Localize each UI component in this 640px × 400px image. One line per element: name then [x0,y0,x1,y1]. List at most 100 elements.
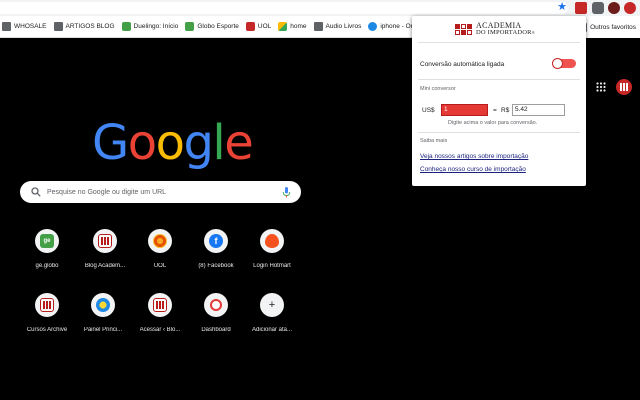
registered-mark: ® [531,30,535,35]
shortcut-icon-circle [260,229,284,253]
globo-ge-icon [185,22,195,31]
bookmark-item[interactable]: Globo Esporte [185,22,239,31]
bookmark-item[interactable]: home [278,22,307,31]
usd-input[interactable]: 1 [441,104,488,116]
profile-avatar-icon[interactable] [624,2,636,14]
account-avatar[interactable] [616,79,632,95]
google-logo: Google [92,113,254,173]
shortcut-tile[interactable]: Acessar ‹ Blo... [131,285,189,345]
shortcut-tile[interactable]: f (8) Facebook [187,221,245,281]
articles-link[interactable]: Veja nossos artigos sobre importação [420,153,528,160]
bookmark-star-icon[interactable]: ★ [556,1,568,14]
uol-icon [153,234,167,248]
shortcut-label: Adicionar ata... [251,327,293,333]
shortcut-label: Acessar ‹ Blo... [139,327,181,333]
other-bookmarks[interactable]: Outros favoritos [578,16,640,38]
bookmark-item[interactable]: iphone - On [368,22,414,31]
academia-icon [153,298,167,312]
facebook-icon: f [209,234,223,248]
shortcut-tile[interactable]: ge ge.globo [18,221,76,281]
apps-grid-icon[interactable] [596,82,606,92]
shortcut-label: Login Hotmart [253,263,291,269]
shortcut-icon-circle [204,293,228,317]
dashboard-icon [210,299,222,311]
usd-value: 1 [444,106,448,113]
extension-icon[interactable] [608,2,620,14]
section-more-title: Saiba mais [420,138,448,144]
plus-icon: + [268,299,276,311]
shortcut-label: (8) Facebook [198,263,234,269]
divider [418,79,580,80]
academia-logo-mark [455,23,472,35]
address-bar[interactable] [0,2,568,14]
shortcut-tile[interactable]: Login Hotmart [243,221,301,281]
extensions-puzzle-icon[interactable] [592,2,604,14]
academia-extension-icon[interactable] [575,2,587,14]
google-logo-letter: G [92,115,129,171]
shortcut-tile[interactable]: Blog Academ... [76,221,134,281]
shortcut-tile[interactable]: Dashboard [187,285,245,345]
shortcut-icon-circle [148,229,172,253]
shortcut-icon-circle [35,293,59,317]
search-input[interactable]: Pesquise no Google ou digite um URL [47,189,282,196]
course-link[interactable]: Conheça nosso curso de importação [420,166,526,173]
add-shortcut-tile[interactable]: + Adicionar ata... [243,285,301,345]
shortcut-icon-circle: + [260,293,284,317]
bookmark-item[interactable]: UOL [245,22,271,31]
shortcut-icon-circle [91,293,115,317]
google-logo-letter: o [127,115,157,171]
academia-logo: ACADEMIA DO IMPORTADOR® [455,22,535,36]
brl-label: R$ [501,107,510,114]
google-logo-letter: e [224,115,254,171]
shortcut-label: Dashboard [201,327,231,333]
brl-output[interactable]: 5.42 [512,104,565,116]
divider [418,42,580,43]
search-box[interactable]: Pesquise no Google ou digite um URL [20,181,301,203]
shortcut-label: ge.globo [35,263,59,269]
toggle-knob [552,58,563,69]
folder-icon [2,22,11,31]
shortcut-tile[interactable]: UOL [131,221,189,281]
brand-line-1: ACADEMIA [476,21,522,30]
shortcut-icon-circle [93,229,117,253]
shortcut-label: Cursos Archive [26,327,68,333]
uol-icon [245,22,255,31]
academia-icon [620,83,628,91]
auto-conversion-toggle[interactable] [552,58,576,69]
folder-icon [313,22,323,31]
usd-label: US$ [422,107,435,114]
bookmark-item[interactable]: Duelingo: Início [121,22,178,31]
folder-icon [53,22,63,31]
shortcut-label: Painel Princi... [83,327,123,333]
shortcut-icon-circle: f [204,229,228,253]
academia-icon [40,298,54,312]
painel-icon [96,298,110,312]
shortcut-icon-circle: ge [35,229,59,253]
shortcut-tile[interactable]: Cursos Archive [18,285,76,345]
browser-toolbar: ★ [0,0,640,16]
extension-popup: ACADEMIA DO IMPORTADOR® Conversão automá… [412,16,586,186]
globo-ge-icon [121,22,131,31]
google-logo-letter: o [155,115,185,171]
shortcut-icon-circle [148,293,172,317]
shortcut-tile[interactable]: Painel Princi... [74,285,132,345]
shortcut-label: UOL [153,263,167,269]
home-icon [278,22,288,31]
bookmark-item[interactable]: WHOSALE [2,22,47,31]
shortcut-label: Blog Academ... [84,263,126,269]
google-logo-letter: l [212,115,225,171]
section-converter-title: Mini conversor [420,86,456,92]
ge-icon: ge [40,234,54,248]
search-icon [31,187,41,197]
brand-line-2: DO IMPORTADOR [476,29,532,36]
equals-sign: = [493,107,497,114]
microphone-icon[interactable] [282,186,291,198]
google-logo-letter: g [183,115,213,171]
divider [418,132,580,133]
academia-icon [98,234,112,248]
hotmart-icon [265,234,279,248]
bookmark-item[interactable]: Audio Livros [313,22,361,31]
cloud-icon [368,22,378,31]
bookmark-item[interactable]: ARTIGOS BLOG [53,22,115,31]
auto-conversion-label: Conversão automática ligada [420,61,505,68]
